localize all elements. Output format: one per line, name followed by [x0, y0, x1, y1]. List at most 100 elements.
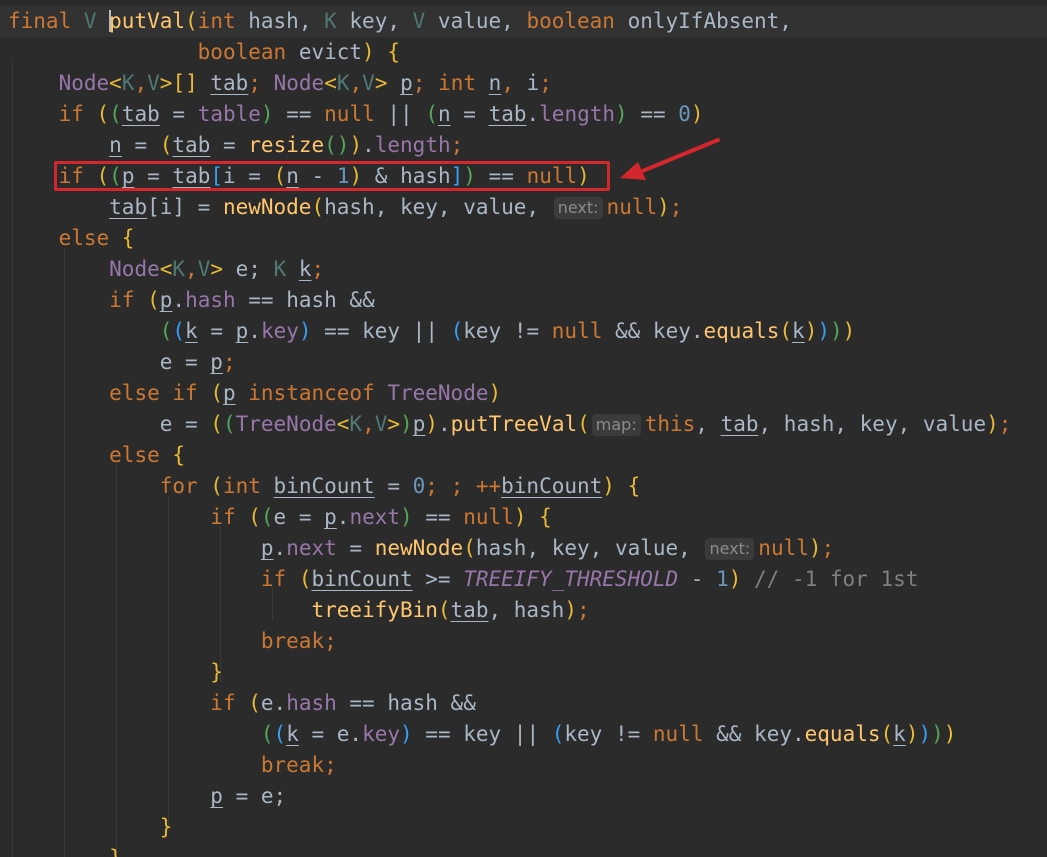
code-token: hash, key, value, [324, 195, 552, 219]
code-line[interactable]: boolean evict) { [8, 37, 400, 68]
code-token: < [324, 71, 337, 95]
code-token: ) [804, 319, 818, 343]
code-token: ( [147, 288, 160, 312]
code-token: = [336, 536, 375, 560]
code-line[interactable]: else { [8, 440, 185, 471]
code-token: < [336, 412, 350, 436]
code-token: equals [804, 722, 881, 746]
code-token: value, [437, 9, 527, 33]
code-token: , hash [488, 598, 565, 622]
code-token: if [260, 567, 299, 591]
parameter-hint: next: [705, 538, 755, 560]
code-token: TREEIFY_THRESHOLD [463, 567, 679, 591]
code-token: p [159, 288, 173, 312]
code-token: ) [918, 722, 932, 746]
code-token: ( [159, 133, 173, 157]
code-token: break [260, 629, 325, 653]
code-token: V [412, 9, 438, 33]
code-token: p [412, 412, 426, 436]
code-token: ( [463, 536, 476, 560]
code-line[interactable]: tab[i] = newNode(hash, key, value, next:… [8, 192, 682, 223]
code-line[interactable]: p.next = newNode(hash, key, value, next:… [8, 533, 834, 564]
code-token: [] [172, 71, 211, 95]
code-token: . [362, 133, 375, 157]
code-line[interactable]: if (p.hash == hash && [8, 285, 375, 316]
code-token: p [210, 350, 223, 374]
code-token: hash, key, value, [475, 536, 704, 560]
code-token: K [336, 71, 350, 95]
code-token: < [109, 71, 122, 95]
code-token: K [121, 71, 135, 95]
code-line[interactable]: else if (p instanceof TreeNode) [8, 378, 501, 409]
code-line[interactable]: final V putVal(int hash, K key, V value,… [0, 6, 1047, 37]
code-token: ; [576, 598, 590, 622]
code-line[interactable]: if ((tab = table) == null || (n = tab.le… [8, 99, 704, 130]
code-token: ) [986, 412, 999, 436]
code-token: = [197, 319, 236, 343]
code-token: ; [821, 536, 835, 560]
code-editor[interactable]: final V putVal(int hash, K key, V value,… [0, 0, 1047, 857]
code-token: hash [185, 288, 236, 312]
code-line[interactable]: p = e; [8, 781, 286, 812]
code-line[interactable]: if (binCount >= TREEIFY_THRESHOLD - 1) /… [8, 564, 919, 595]
code-token: resize [248, 133, 325, 157]
code-line[interactable]: Node<K,V> e; K k; [8, 254, 324, 285]
code-line[interactable]: treeifyBin(tab, hash); [8, 595, 590, 626]
code-line[interactable]: ((k = e.key) == key || (key != null && k… [8, 719, 957, 750]
code-line[interactable]: break; [8, 750, 337, 781]
code-token: ( [425, 102, 438, 126]
parameter-hint: map: [591, 414, 641, 436]
code-token: ; [998, 412, 1012, 436]
code-token: ) [488, 381, 502, 405]
code-token: , [695, 412, 721, 436]
code-line[interactable]: else { [8, 223, 135, 254]
code-token: == key || [412, 722, 552, 746]
code-token: break [260, 753, 325, 777]
code-token: ) [943, 722, 957, 746]
code-token: int [438, 71, 489, 95]
code-token: ; [324, 753, 337, 777]
code-token: e = [273, 505, 325, 529]
code-line[interactable]: } [8, 843, 122, 857]
code-line[interactable]: } [8, 812, 173, 843]
code-token: newNode [222, 195, 312, 219]
code-line[interactable]: break; [8, 626, 337, 657]
code-token: ( [779, 319, 793, 343]
code-line[interactable]: Node<K,V>[] tab; Node<K,V> p; int n, i; [8, 68, 552, 99]
code-line[interactable]: e = p; [8, 347, 236, 378]
code-line[interactable]: n = (tab = resize()).length; [8, 130, 463, 161]
code-token: = [121, 133, 160, 157]
code-token: newNode [374, 536, 464, 560]
code-token: k [298, 257, 312, 281]
code-token: ( [880, 722, 894, 746]
code-token: ( [222, 412, 236, 436]
code-token: ) [564, 598, 577, 622]
code-token: . [526, 102, 540, 126]
code-line[interactable]: ((k = p.key) == key || (key != null && k… [8, 316, 856, 347]
code-token: ; ; ++ [425, 474, 502, 498]
code-line[interactable]: if ((e = p.next) == null) { [8, 502, 551, 533]
code-line[interactable]: e = ((TreeNode<K,V>)p).putTreeVal(map: th… [8, 409, 1011, 440]
code-line[interactable]: } [8, 657, 223, 688]
code-token: binCount [273, 474, 375, 498]
code-token: ; [539, 71, 552, 95]
code-token: ) [808, 536, 822, 560]
code-token: ) [931, 722, 944, 746]
code-token: ) [905, 722, 919, 746]
code-line[interactable]: for (int binCount = 0; ; ++binCount) { [8, 471, 641, 502]
code-token: p [400, 71, 413, 95]
code-line[interactable]: if (e.hash == hash && [8, 688, 476, 719]
code-token: else [58, 226, 122, 250]
code-token: p [260, 536, 274, 560]
